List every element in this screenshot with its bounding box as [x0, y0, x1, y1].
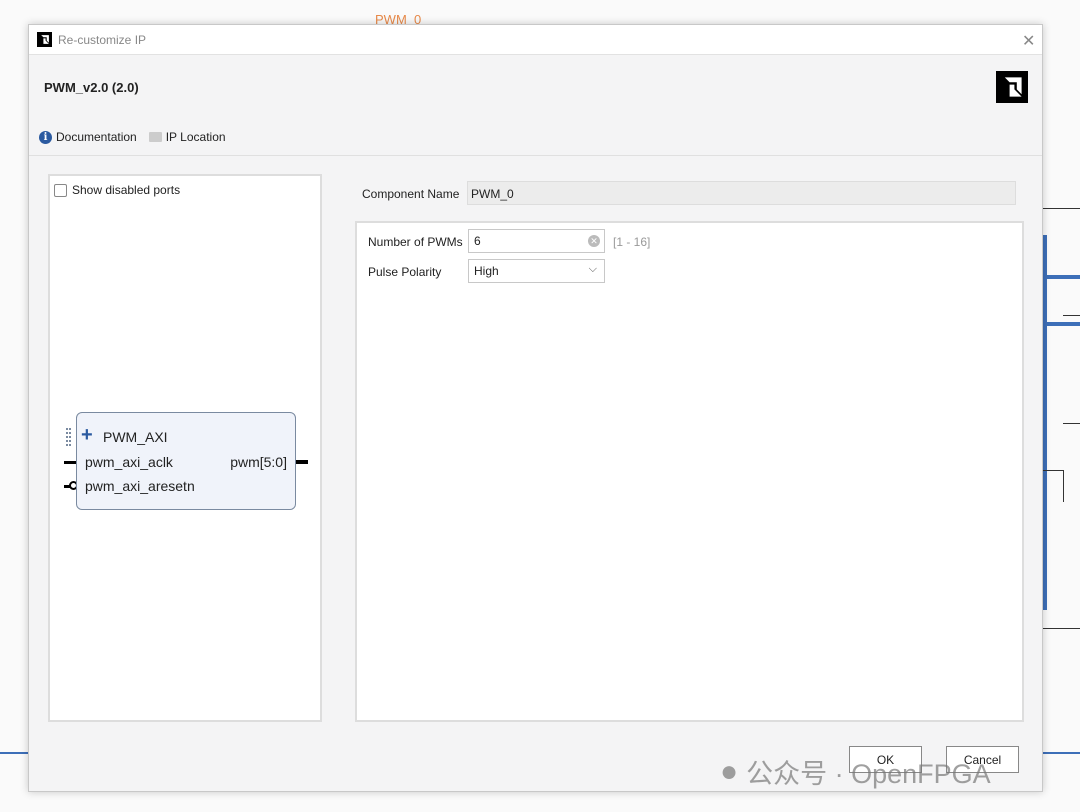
- schematic-wire: [1063, 315, 1080, 316]
- ip-location-label: IP Location: [165, 130, 226, 144]
- port-pin: [294, 460, 308, 464]
- schematic-wire: [1063, 470, 1064, 502]
- num-pwms-label: Number of PWMs: [368, 235, 463, 249]
- schematic-bus: [1043, 235, 1047, 610]
- num-pwms-range: [1 - 16]: [613, 235, 651, 249]
- schematic-wire: [1043, 628, 1080, 629]
- num-pwms-value: 6: [474, 234, 481, 248]
- ip-location-link[interactable]: IP Location: [148, 130, 226, 144]
- info-icon: i: [39, 130, 52, 144]
- port-label: pwm_axi_aresetn: [85, 478, 195, 494]
- schematic-wire: [1043, 208, 1080, 209]
- pulse-polarity-label: Pulse Polarity: [368, 265, 442, 279]
- interface-label: PWM_AXI: [103, 429, 168, 445]
- ip-symbol-panel: Show disabled ports + PWM_AXI pwm_axi_ac…: [48, 174, 322, 722]
- documentation-label: Documentation: [56, 130, 137, 144]
- port-label: pwm_axi_aclk: [85, 454, 173, 470]
- amd-logo-icon: [37, 32, 52, 47]
- ip-block[interactable]: + PWM_AXI pwm_axi_aclk pwm_axi_aresetn p…: [76, 412, 296, 510]
- checkbox-box[interactable]: [54, 183, 67, 197]
- divider: [29, 155, 1042, 156]
- component-name-input[interactable]: PWM_0: [467, 181, 1016, 205]
- pulse-polarity-select[interactable]: High ⌵: [468, 259, 605, 283]
- ip-name-heading: PWM_v2.0 (2.0): [44, 80, 139, 95]
- cancel-button[interactable]: Cancel: [946, 746, 1019, 773]
- schematic-bus: [1047, 275, 1080, 279]
- num-pwms-input[interactable]: 6 ✕: [468, 229, 605, 253]
- clear-icon[interactable]: ✕: [588, 235, 600, 247]
- component-name-label: Component Name: [362, 187, 460, 201]
- pulse-polarity-value: High: [474, 264, 499, 278]
- parameters-panel: Number of PWMs 6 ✕ [1 - 16] Pulse Polari…: [355, 221, 1024, 722]
- ok-button[interactable]: OK: [849, 746, 922, 773]
- doc-links: i Documentation IP Location: [39, 130, 226, 144]
- folder-icon: [148, 132, 162, 142]
- title-bar: Re-customize IP ✕: [29, 25, 1042, 55]
- chevron-down-icon: ⌵: [588, 263, 597, 275]
- port-pin: [64, 461, 76, 464]
- amd-logo-icon: [996, 71, 1028, 103]
- schematic-wire: [1043, 470, 1063, 471]
- schematic-wire: [1063, 423, 1080, 424]
- close-icon[interactable]: ✕: [1022, 31, 1035, 51]
- schematic-bus: [1047, 322, 1080, 326]
- documentation-link[interactable]: i Documentation: [39, 130, 137, 144]
- expand-plus-icon[interactable]: +: [81, 425, 93, 445]
- port-label: pwm[5:0]: [230, 454, 287, 470]
- show-disabled-ports-checkbox[interactable]: Show disabled ports: [54, 183, 180, 197]
- checkbox-label: Show disabled ports: [72, 183, 181, 197]
- window-title: Re-customize IP: [58, 33, 147, 47]
- interface-handle: [66, 428, 71, 446]
- recustomize-ip-dialog: Re-customize IP ✕ PWM_v2.0 (2.0) i Docume…: [28, 24, 1043, 792]
